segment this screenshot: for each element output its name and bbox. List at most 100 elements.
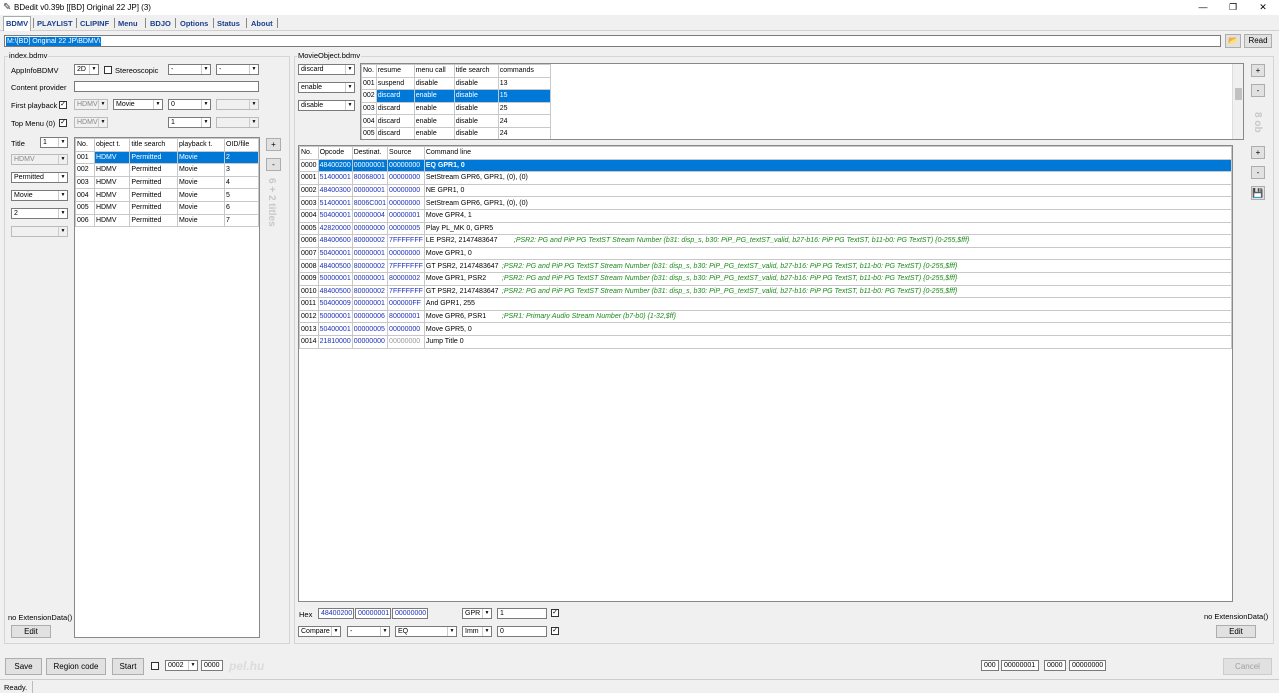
table-row[interactable]: 0002 48400300 00000001 00000000 NE GPR1, 0 [299,183,1233,198]
tab-playlist[interactable]: PLAYLIST [35,17,75,30]
table-row[interactable]: 002 discard enable disable 15 [361,89,551,103]
table-row[interactable]: 0009 50000001 00000001 80000002 Move GPR1, P… [299,271,1233,286]
table-row[interactable]: 002 HDMV Permitted Movie 3 [75,163,260,177]
table-row[interactable]: 001 suspend disable disable 13 [361,76,551,91]
table-row[interactable]: 0011 50400009 00000001 000000FF And GPR1, 25… [299,297,1233,311]
table-row[interactable]: 003 HDMV Permitted Movie 4 [75,175,260,190]
titles-table[interactable]: No. object t. title search playback t. OID/f… [74,137,260,638]
add-command-button[interactable]: + [1251,146,1265,159]
start-select[interactable]: 0002 ▼ [165,660,198,671]
title-search-select[interactable]: Permitted ▼ [11,172,68,183]
dash-select[interactable]: - ▼ [347,626,390,637]
tab-bdjo[interactable]: BDJO [148,17,173,30]
tab-clipinf[interactable]: CLIPINF [78,17,111,30]
top-menu-num-select[interactable]: 1 ▼ [168,117,211,128]
operand1-value-field[interactable]: 1 [497,608,547,619]
close-icon[interactable]: ✕ [1248,0,1278,15]
table-row[interactable]: 003 discard enable disable 25 [361,101,551,116]
table-row[interactable]: 005 HDMV Permitted Movie 6 [75,200,260,215]
appinfo-select[interactable]: 2D ▼ [74,64,99,75]
path-input[interactable]: M:\[BD] Original 22 JP\BDMV\ [4,35,1221,47]
title-search-select-obj[interactable]: disable ▼ [298,100,355,111]
table-row[interactable]: 004 HDMV Permitted Movie 5 [75,188,260,202]
resume-select[interactable]: discard ▼ [298,64,355,75]
top-menu-extra-select[interactable]: ▼ [216,117,259,128]
objects-table[interactable]: No. resume menu call title search commands 0… [360,63,1244,140]
table-row[interactable]: 004 discard enable disable 24 [361,114,551,128]
hex-source-field[interactable]: 00000000 [392,608,428,619]
table-row[interactable]: 0005 42820000 00000000 00000005 Play PL_MK 0… [299,221,1233,236]
footer-field-3[interactable]: 0000 [1044,660,1066,671]
save-disk-icon[interactable]: 💾 [1251,186,1265,200]
title-mode-select[interactable]: Movie ▼ [11,190,68,201]
first-playback-type-select[interactable]: HDMV ▼ [74,99,108,110]
operand2-value-field[interactable]: 0 [497,626,547,637]
table-cell: enable [413,101,455,116]
region-code-button[interactable]: Region code [46,658,106,675]
table-row[interactable]: 0013 50400001 00000005 00000000 Move GPR5, 0 [299,322,1233,336]
content-provider-field[interactable] [74,81,259,92]
remove-title-button[interactable]: - [266,158,281,171]
tab-bdmv[interactable]: BDMV [3,16,32,31]
condition-select[interactable]: EQ ▼ [395,626,457,637]
movie-edit-button[interactable]: Edit [1216,625,1256,638]
hex-destination-field[interactable]: 00000001 [355,608,391,619]
operand1-type-select[interactable]: GPR ▼ [462,608,492,619]
tab-options[interactable]: Options [178,17,210,30]
save-button[interactable]: Save [5,658,42,675]
cancel-button[interactable]: Cancel [1223,658,1272,675]
table-row[interactable]: 0004 50400001 00000004 00000001 Move GPR4, 1 [299,208,1233,223]
title-num-select[interactable]: 1 ▼ [40,137,68,148]
minimize-icon[interactable]: — [1188,0,1218,15]
title-object-select[interactable]: 2 ▼ [11,208,68,219]
commands-table[interactable]: No. Opcode Destinat. Source Command line 000… [298,145,1233,602]
remove-object-button[interactable]: - [1251,84,1265,97]
maximize-icon[interactable]: ❐ [1218,0,1248,15]
tab-menu[interactable]: Menu [116,17,140,30]
first-playback-mode-select[interactable]: Movie ▼ [113,99,163,110]
footer-field-2[interactable]: 00000001 [1001,660,1039,671]
operand2-checkbox[interactable]: ✓ [551,627,559,635]
top-menu-type-select[interactable]: HDMV ▼ [74,117,108,128]
table-row[interactable]: 006 HDMV Permitted Movie 7 [75,213,260,228]
index-edit-button[interactable]: Edit [11,625,51,638]
stereoscopic-checkbox[interactable] [104,66,112,74]
table-row[interactable]: 001 HDMV Permitted Movie 2 [75,150,260,165]
first-playback-checkbox[interactable]: ✓ [59,101,67,109]
table-row[interactable]: 0007 50400001 00000001 00000000 Move GPR1, 0 [299,246,1233,261]
start-checkbox[interactable] [151,662,159,670]
table-row[interactable]: 0008 48400500 80000002 7FFFFFFF GT PSR2, 214… [299,259,1233,273]
stereo-select-b[interactable]: - ▼ [216,64,259,75]
read-button[interactable]: Read [1244,34,1272,48]
stereo-select-a[interactable]: - ▼ [168,64,211,75]
title-type-select[interactable]: HDMV ▼ [11,154,68,165]
start-value-field[interactable]: 0000 [201,660,223,671]
title-extra-select[interactable]: ▼ [11,226,68,237]
tab-status[interactable]: Status [215,17,242,30]
compare-select[interactable]: Compare ▼ [298,626,341,637]
add-object-button[interactable]: + [1251,64,1265,77]
table-row[interactable]: 005 discard enable disable 24 [361,126,551,139]
table-row[interactable]: 0001 51400001 80068001 00000000 SetStream GP… [299,171,1233,185]
remove-command-button[interactable]: - [1251,166,1265,179]
table-row[interactable]: 0003 51400001 8006C001 00000000 SetStream GP… [299,196,1233,210]
table-row[interactable]: 0006 48400600 80000002 7FFFFFFF LE PSR2, 214… [299,234,1233,248]
table-row[interactable]: 0014 21810000 00000000 00000000 Jump Title 0 [299,334,1233,349]
table-row[interactable]: 0010 48400500 80000002 7FFFFFFF GT PSR2, 214… [299,284,1233,299]
folder-icon[interactable]: 📂 [1225,34,1241,48]
table-row[interactable]: 0012 50000001 00000006 80000001 Move GPR6, P… [299,309,1233,324]
menu-call-select[interactable]: enable ▼ [298,82,355,93]
add-title-button[interactable]: + [266,138,281,151]
hex-opcode-field[interactable]: 48400200 [318,608,354,619]
footer-field-4[interactable]: 00000000 [1069,660,1106,671]
tab-about[interactable]: About [249,17,275,30]
objects-scrollbar[interactable] [1232,64,1243,139]
start-button[interactable]: Start [112,658,144,675]
footer-field-1[interactable]: 000 [981,660,999,671]
operand1-checkbox[interactable]: ✓ [551,609,559,617]
first-playback-extra-select[interactable]: ▼ [216,99,259,110]
operand2-type-select[interactable]: Imm ▼ [462,626,492,637]
first-playback-num-select[interactable]: 0 ▼ [168,99,211,110]
top-menu-checkbox[interactable]: ✓ [59,119,67,127]
table-row[interactable]: 0000 48400200 00000001 00000000 EQ GPR1, 0 [299,158,1233,173]
